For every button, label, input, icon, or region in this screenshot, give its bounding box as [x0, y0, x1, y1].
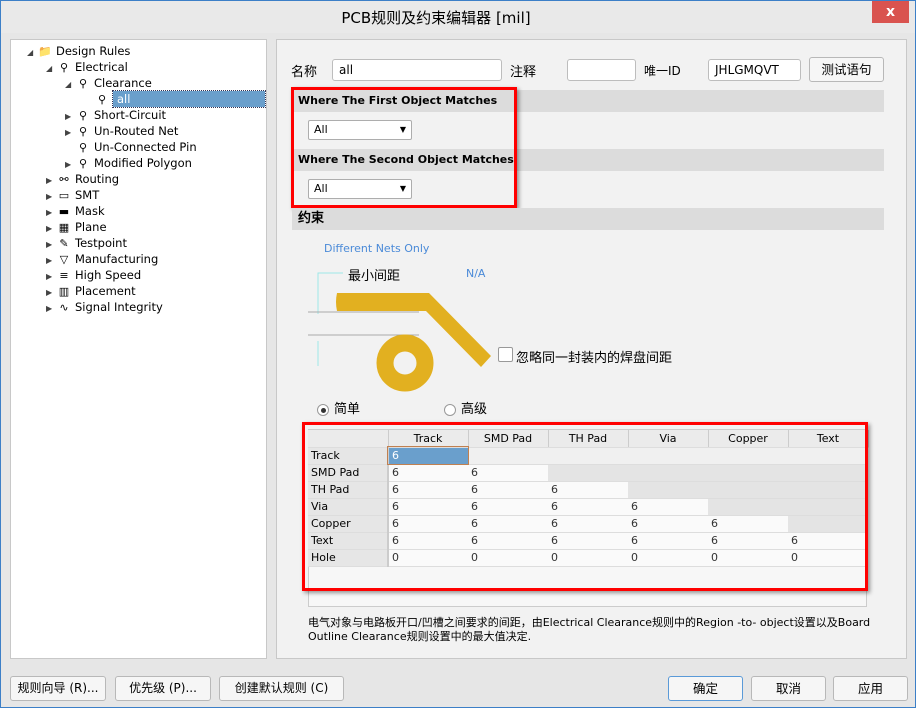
tree-item-label: Manufacturing — [75, 252, 159, 266]
name-label: 名称 — [291, 65, 318, 80]
tree-item-electrical[interactable]: ◢ ⚲ Electrical — [46, 59, 128, 75]
tree-item-label: Clearance — [94, 76, 152, 90]
name-input[interactable]: all — [332, 59, 502, 81]
mode-simple-label: 简单 — [334, 402, 361, 417]
tree-item-un-routed-net[interactable]: ▶ ⚲ Un-Routed Net — [65, 123, 178, 139]
rule-icon: ⚲ — [97, 92, 107, 106]
highlight-box-grid — [302, 422, 868, 591]
tree-item-short-circuit[interactable]: ▶ ⚲ Short-Circuit — [65, 107, 166, 123]
tree-item-mask[interactable]: ▶ ▬ Mask — [46, 203, 105, 219]
tree-item-label: SMT — [75, 188, 100, 202]
tree-item-clearance[interactable]: ◢ ⚲ Clearance — [65, 75, 152, 91]
collapse-arrow-icon[interactable]: ◢ — [46, 61, 56, 77]
electrical-rule-icon: ⚲ — [59, 60, 69, 74]
priority-button[interactable]: 优先级 (P)... — [115, 676, 211, 701]
tree-item-un-connected-pin[interactable]: ⚲ Un-Connected Pin — [65, 139, 197, 155]
cancel-button[interactable]: 取消 — [751, 676, 826, 701]
tree-item-label: Signal Integrity — [75, 300, 163, 314]
ignore-pads-label: 忽略同一封装内的焊盘间距 — [516, 351, 673, 366]
tree-item-routing[interactable]: ▶ ⚯ Routing — [46, 171, 119, 187]
test-query-button[interactable]: 测试语句 — [809, 57, 884, 82]
design-rules-folder-icon: 📁 — [38, 44, 52, 58]
collapse-arrow-icon[interactable]: ◢ — [65, 77, 75, 93]
tree-item-high-speed[interactable]: ▶ ≡ High Speed — [46, 267, 141, 283]
signal-integrity-icon: ∿ — [59, 300, 69, 314]
tree-item-modified-polygon[interactable]: ▶ ⚲ Modified Polygon — [65, 155, 192, 171]
placement-icon: ▥ — [58, 284, 70, 298]
tree-item-signal-integrity[interactable]: ▶ ∿ Signal Integrity — [46, 299, 163, 315]
tree-item-label: Un-Connected Pin — [94, 140, 197, 154]
unique-id-label: 唯一ID — [644, 64, 681, 78]
rule-wizard-button[interactable]: 规则向导 (R)... — [10, 676, 106, 701]
ok-button[interactable]: 确定 — [668, 676, 743, 701]
high-speed-icon: ≡ — [59, 268, 69, 282]
expand-arrow-icon[interactable]: ▶ — [46, 301, 56, 317]
tree-item-label: Modified Polygon — [94, 156, 192, 170]
window-title: PCB规则及约束编辑器 [mil] — [341, 9, 531, 27]
tree-item-label: Un-Routed Net — [94, 124, 179, 138]
ignore-pads-checkbox[interactable] — [498, 347, 513, 362]
tree-item-label: High Speed — [75, 268, 142, 282]
comment-label: 注释 — [510, 65, 537, 80]
tree-item-label: Mask — [75, 204, 105, 218]
tree-item-smt[interactable]: ▶ ▭ SMT — [46, 187, 99, 203]
tree-item-design-rules[interactable]: ◢ 📁 Design Rules — [27, 43, 130, 59]
tree-item-label: Design Rules — [56, 44, 131, 58]
mode-advanced-radio[interactable]: 高级 — [444, 398, 487, 417]
tree-item-label: Testpoint — [75, 236, 127, 250]
clearance-rule-icon: ⚲ — [78, 76, 88, 90]
rule-icon: ⚲ — [78, 140, 88, 154]
testpoint-icon: ✎ — [59, 236, 69, 250]
manufacturing-icon: ▽ — [59, 252, 69, 266]
net-scope-dropdown[interactable]: Different Nets Only — [324, 242, 429, 255]
collapse-arrow-icon[interactable]: ◢ — [27, 45, 37, 61]
tree-item-label: Routing — [75, 172, 120, 186]
tree-item-placement[interactable]: ▶ ▥ Placement — [46, 283, 136, 299]
close-button[interactable]: x — [872, 1, 909, 23]
tree-item-label: Placement — [75, 284, 136, 298]
tree-item-manufacturing[interactable]: ▶ ▽ Manufacturing — [46, 251, 158, 267]
rule-icon: ⚲ — [78, 108, 88, 122]
radio-unselected-icon — [444, 403, 456, 416]
tree-item-label: all — [112, 90, 266, 108]
comment-input[interactable] — [567, 59, 636, 81]
rule-icon: ⚲ — [78, 124, 88, 138]
routing-icon: ⚯ — [59, 172, 69, 186]
tree-item-label: Electrical — [75, 60, 128, 74]
unique-id-input[interactable]: JHLGMQVT — [708, 59, 801, 81]
copper-track — [336, 293, 491, 367]
mask-icon: ▬ — [58, 204, 70, 218]
copper-pad — [376, 334, 434, 392]
radio-selected-icon — [317, 403, 329, 416]
highlight-box-scope — [291, 87, 517, 208]
tree-item-label: Short-Circuit — [94, 108, 167, 122]
clearance-diagram — [308, 272, 491, 392]
description-note: 电气对象与电路板开口/凹槽之间要求的间距，由Electrical Clearan… — [308, 616, 871, 643]
tree-item-label: Plane — [75, 220, 107, 234]
rule-tree[interactable]: ◢ 📁 Design Rules ◢ ⚲ Electrical ◢ ⚲ Clearance ⚲ al… — [10, 39, 267, 659]
tree-item-all[interactable]: ⚲ all — [84, 90, 267, 108]
mode-advanced-label: 高级 — [461, 402, 488, 417]
plane-icon: ▦ — [58, 220, 70, 234]
rule-icon: ⚲ — [78, 156, 88, 170]
constraints-header: 约束 — [292, 208, 884, 230]
mode-simple-radio[interactable]: 简单 — [317, 398, 360, 417]
tree-item-testpoint[interactable]: ▶ ✎ Testpoint — [46, 235, 127, 251]
apply-button[interactable]: 应用 — [833, 676, 908, 701]
create-default-rules-button[interactable]: 创建默认规则 (C) — [219, 676, 344, 701]
title-bar: PCB规则及约束编辑器 [mil] x — [1, 1, 915, 33]
smt-icon: ▭ — [58, 188, 70, 202]
tree-item-plane[interactable]: ▶ ▦ Plane — [46, 219, 107, 235]
